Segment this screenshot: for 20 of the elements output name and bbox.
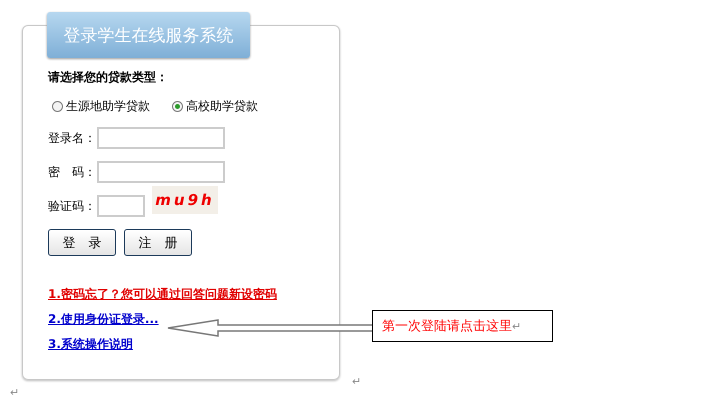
loan-type-radio[interactable]: 生源地助学贷款	[52, 98, 150, 115]
loan-type-radio[interactable]: 高校助学贷款	[172, 98, 258, 115]
paragraph-mark: ↵	[512, 320, 522, 332]
captcha-field[interactable]	[97, 195, 145, 217]
captcha-image: mu9h	[152, 186, 218, 214]
help-link[interactable]: 2.使用身份证登录...	[48, 311, 159, 328]
login-button[interactable]: 登 录	[48, 229, 116, 256]
field-label: 登录名：	[48, 130, 97, 146]
paragraph-mark: ↵	[10, 386, 20, 399]
panel-title: 登录学生在线服务系统	[47, 12, 250, 58]
callout-text: 第一次登陆请点击这里	[382, 318, 512, 335]
help-link[interactable]: 3.系统操作说明	[48, 336, 133, 353]
paragraph-mark: ↵	[352, 375, 362, 388]
help-link[interactable]: 1.密码忘了？您可以通过回答问题新设密码	[48, 286, 277, 303]
field-label: 密 码：	[48, 164, 97, 180]
input-field[interactable]	[97, 127, 225, 149]
field-label: 验证码：	[48, 198, 97, 214]
loan-type-label: 请选择您的贷款类型：	[48, 69, 169, 86]
register-button[interactable]: 注 册	[124, 229, 192, 256]
input-field[interactable]	[97, 161, 225, 183]
